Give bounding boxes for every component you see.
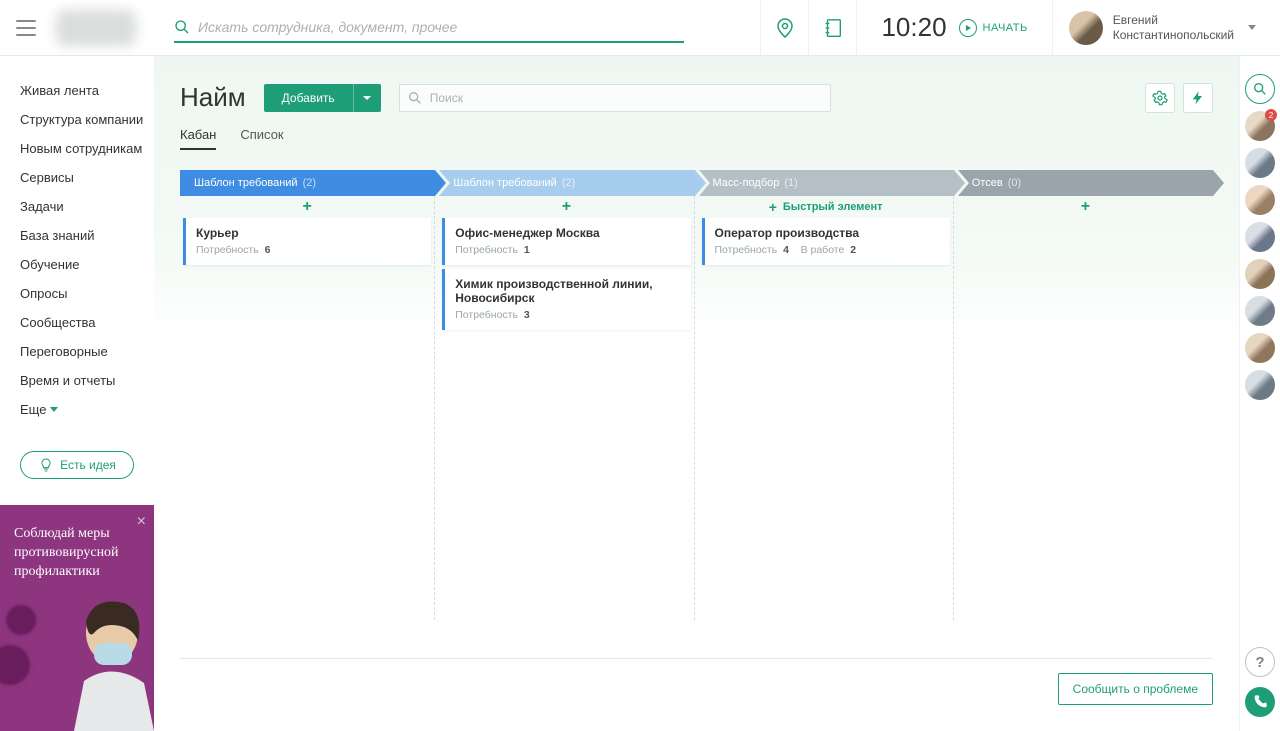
- promo-text: Соблюдай меры противовирусной профилакти…: [0, 505, 154, 582]
- contact-avatar[interactable]: [1245, 185, 1275, 215]
- sidebar-item-knowledge[interactable]: База знаний: [20, 221, 150, 250]
- kanban-board: Шаблон требований(2) + Курьер Потребност…: [180, 170, 1213, 620]
- search-icon: [407, 90, 423, 109]
- global-search-input[interactable]: [174, 13, 684, 43]
- divider: [180, 658, 1213, 659]
- notebook-icon[interactable]: [808, 0, 856, 56]
- sidebar-item-surveys[interactable]: Опросы: [20, 279, 150, 308]
- sidebar-item-feed[interactable]: Живая лента: [20, 76, 150, 105]
- tab-kanban[interactable]: Кабан: [180, 127, 216, 150]
- page-title: Найм: [180, 82, 246, 113]
- add-card-button[interactable]: +: [183, 198, 431, 216]
- user-last-name: Константинопольский: [1113, 28, 1234, 43]
- add-button[interactable]: Добавить: [264, 84, 353, 112]
- sidebar-item-onboarding[interactable]: Новым сотрудникам: [20, 134, 150, 163]
- contact-avatar[interactable]: [1245, 333, 1275, 363]
- call-button[interactable]: [1245, 687, 1275, 717]
- kanban-card[interactable]: Офис-менеджер Москва Потребность 1: [442, 218, 690, 265]
- automation-button[interactable]: [1183, 83, 1213, 113]
- idea-label: Есть идея: [60, 458, 116, 472]
- kanban-search-input[interactable]: [399, 84, 831, 112]
- sidebar-item-communities[interactable]: Сообщества: [20, 308, 150, 337]
- clock-time: 10:20: [881, 12, 946, 43]
- chevron-down-icon: [50, 407, 58, 412]
- sidebar-item-learning[interactable]: Обучение: [20, 250, 150, 279]
- contact-avatar[interactable]: 2: [1245, 111, 1275, 141]
- add-card-button[interactable]: +: [961, 198, 1210, 216]
- quick-add-button[interactable]: +Быстрый элемент: [702, 198, 950, 216]
- kanban-card[interactable]: Курьер Потребность 6: [183, 218, 431, 265]
- column-header[interactable]: Шаблон требований(2): [439, 170, 694, 196]
- search-icon: [174, 19, 190, 38]
- promo-banner[interactable]: × Соблюдай меры противовирусной профилак…: [0, 505, 154, 731]
- chevron-down-icon: [1248, 25, 1256, 30]
- promo-image: [44, 591, 154, 731]
- help-button[interactable]: ?: [1245, 647, 1275, 677]
- close-icon[interactable]: ×: [137, 513, 146, 531]
- tab-list[interactable]: Список: [240, 127, 283, 150]
- idea-button[interactable]: Есть идея: [20, 451, 134, 479]
- settings-button[interactable]: [1145, 83, 1175, 113]
- contact-avatar[interactable]: [1245, 259, 1275, 289]
- sidebar-item-tasks[interactable]: Задачи: [20, 192, 150, 221]
- kanban-card[interactable]: Оператор производства Потребность 4 В ра…: [702, 218, 950, 265]
- notification-badge: 2: [1265, 109, 1277, 121]
- play-icon: [959, 19, 977, 37]
- add-card-button[interactable]: +: [442, 198, 690, 216]
- rail-search-button[interactable]: [1245, 74, 1275, 104]
- location-icon[interactable]: [760, 0, 808, 56]
- column-header[interactable]: Масс-подбор(1): [699, 170, 954, 196]
- contact-avatar[interactable]: [1245, 148, 1275, 178]
- kanban-card[interactable]: Химик производственной линии, Новосибирс…: [442, 269, 690, 330]
- user-first-name: Евгений: [1113, 13, 1234, 28]
- logo: [56, 10, 136, 46]
- avatar: [1069, 11, 1103, 45]
- contact-avatar[interactable]: [1245, 370, 1275, 400]
- add-dropdown[interactable]: [353, 84, 381, 112]
- sidebar-item-more[interactable]: Еще: [20, 395, 150, 424]
- start-label: НАЧАТЬ: [983, 22, 1028, 34]
- sidebar-item-time[interactable]: Время и отчеты: [20, 366, 150, 395]
- user-menu[interactable]: Евгений Константинопольский: [1052, 0, 1264, 56]
- menu-toggle[interactable]: [16, 20, 36, 36]
- report-problem-button[interactable]: Сообщить о проблеме: [1058, 673, 1213, 705]
- sidebar-item-rooms[interactable]: Переговорные: [20, 337, 150, 366]
- column-header[interactable]: Шаблон требований(2): [180, 170, 435, 196]
- start-timer-button[interactable]: НАЧАТЬ: [959, 19, 1028, 37]
- column-header[interactable]: Отсев(0): [958, 170, 1213, 196]
- contact-avatar[interactable]: [1245, 222, 1275, 252]
- contact-avatar[interactable]: [1245, 296, 1275, 326]
- sidebar-item-structure[interactable]: Структура компании: [20, 105, 150, 134]
- sidebar-item-services[interactable]: Сервисы: [20, 163, 150, 192]
